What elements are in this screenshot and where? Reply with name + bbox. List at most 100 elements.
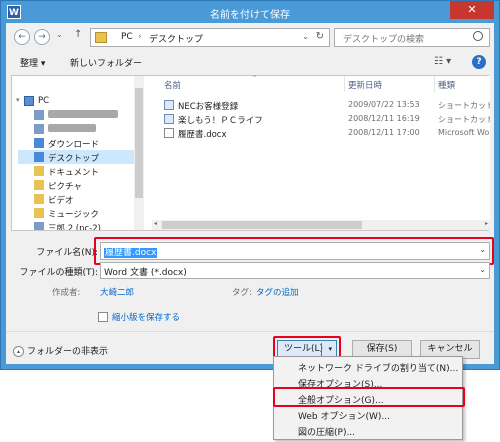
column-header-name[interactable]: 名前 [164, 79, 181, 91]
author-label: 作成者: [52, 288, 81, 298]
file-type: Microsoft Word [438, 128, 490, 137]
drive-icon [34, 124, 44, 134]
filetype-value: Word 文書 (*.docx) [104, 268, 187, 278]
shortcut-icon [164, 100, 174, 110]
save-as-dialog: W 名前を付けて保存 ✕ ← → ⌄ ↑ PC › デスクトップ ⌄ ↻ デスク… [0, 0, 500, 370]
help-icon[interactable]: ? [472, 55, 486, 69]
thumbnail-checkbox[interactable] [98, 312, 108, 322]
browser-panes: ▾ PC ダウンロード デスクトップ ドキュメント ピクチャ ビデオ ミュージッ… [11, 75, 490, 231]
file-name: 楽しもう！ＰＣライフ [178, 116, 263, 126]
filetype-select[interactable]: Word 文書 (*.docx) ⌄ [100, 262, 490, 279]
close-button[interactable]: ✕ [450, 1, 494, 19]
menu-item-web-options[interactable]: Web オプション(W)... [298, 409, 390, 422]
sidebar-item-documents[interactable]: ドキュメント [18, 164, 136, 178]
navigation-scrollbar[interactable] [134, 76, 144, 230]
scrollbar-thumb[interactable] [135, 88, 143, 198]
collapse-caret-icon[interactable]: ▾ [16, 96, 20, 104]
file-name: 履歴書.docx [178, 130, 227, 140]
filetype-label: ファイルの種類(T): [19, 268, 98, 278]
computer-icon [24, 96, 34, 106]
search-icon[interactable] [473, 31, 483, 41]
file-name: NECお客様登録 [178, 102, 239, 112]
sidebar-item-redacted-1[interactable] [18, 108, 136, 122]
pictures-folder-icon [34, 180, 44, 190]
column-header-date[interactable]: 更新日時 [348, 79, 382, 91]
menu-item-map-network-drive[interactable]: ネットワーク ドライブの割り当て(N)... [298, 361, 458, 374]
organize-button[interactable]: 整理 ▾ [20, 56, 45, 69]
sidebar-item-label: ミュージック [48, 210, 99, 220]
file-date: 2008/12/11 16:19 [348, 114, 420, 123]
address-bar[interactable]: PC › デスクトップ ⌄ ↻ [90, 28, 330, 47]
sidebar-item-label: デスクトップ [48, 154, 100, 164]
network-drive-icon [34, 222, 44, 230]
column-separator[interactable] [434, 76, 435, 92]
breadcrumb-pc[interactable]: PC [121, 32, 133, 42]
file-type: ショートカット [438, 115, 490, 124]
breadcrumb-separator: › [138, 32, 142, 42]
sidebar-item-label: ピクチャ [48, 182, 82, 192]
filetype-dropdown-icon[interactable]: ⌄ [479, 265, 486, 274]
column-header-type[interactable]: 種類 [438, 79, 455, 91]
scroll-right-icon[interactable]: ▸ [485, 220, 488, 227]
videos-folder-icon [34, 194, 44, 204]
file-row[interactable]: 楽しもう！ＰＣライフ 2008/12/11 16:19 ショートカット [152, 112, 490, 126]
file-row[interactable]: NECお客様登録 2009/07/22 13:53 ショートカット [152, 98, 490, 112]
sidebar-item-label: 三郎 2 (pc-2) [48, 224, 101, 230]
sidebar-item-label: PC [38, 96, 50, 106]
scroll-left-icon[interactable]: ◂ [154, 220, 157, 227]
sidebar-item-downloads[interactable]: ダウンロード [18, 136, 136, 150]
hide-folders-label: フォルダーの非表示 [27, 347, 109, 357]
redacted-label [48, 124, 96, 135]
up-button[interactable]: ↑ [74, 29, 82, 40]
folder-icon [95, 32, 107, 43]
horizontal-scrollbar[interactable]: ◂ ▸ [152, 220, 490, 230]
scrollbar-thumb[interactable] [162, 221, 362, 229]
column-separator[interactable] [344, 76, 345, 92]
desktop-folder-icon [34, 152, 44, 162]
documents-folder-icon [34, 166, 44, 176]
downloads-folder-icon [34, 138, 44, 148]
tags-label: タグ: [232, 288, 252, 298]
highlight-box-general-options [273, 387, 465, 407]
new-folder-button[interactable]: 新しいフォルダー [70, 56, 142, 69]
refresh-icon[interactable]: ↻ [316, 31, 324, 42]
sidebar-item-label: ドキュメント [48, 168, 100, 178]
title-bar[interactable]: W 名前を付けて保存 ✕ [1, 1, 499, 23]
view-options-icon[interactable]: ☷ ▾ [434, 56, 451, 67]
tags-value[interactable]: タグの追加 [256, 286, 299, 298]
author-value[interactable]: 大崎二郎 [100, 286, 134, 298]
back-button[interactable]: ← [14, 29, 30, 45]
sidebar-item-desktop[interactable]: デスクトップ [18, 150, 136, 164]
redacted-label [48, 110, 118, 121]
sidebar-item-videos[interactable]: ビデオ [18, 192, 136, 206]
collapse-icon: ▴ [13, 346, 24, 357]
breadcrumb-desktop[interactable]: デスクトップ [149, 32, 203, 45]
file-date: 2009/07/22 13:53 [348, 100, 420, 109]
file-row[interactable]: 履歴書.docx 2008/12/11 17:00 Microsoft Word [152, 126, 490, 140]
drive-icon [34, 110, 44, 120]
sidebar-item-network-drive[interactable]: 三郎 2 (pc-2) [18, 220, 136, 230]
search-box[interactable]: デスクトップの検索 [334, 28, 490, 47]
sort-caret-icon: ^ [252, 75, 258, 82]
recent-locations-dropdown[interactable]: ⌄ [56, 30, 63, 39]
command-bar: 整理 ▾ 新しいフォルダー ☷ ▾ ? [6, 53, 494, 73]
sidebar-item-label: ダウンロード [48, 140, 100, 150]
menu-item-compress-pictures[interactable]: 図の圧縮(P)... [298, 425, 355, 438]
shortcut-icon [164, 114, 174, 124]
dialog-title: 名前を付けて保存 [210, 10, 290, 21]
sidebar-item-pc[interactable]: ▾ PC [16, 94, 136, 108]
hide-folders-button[interactable]: ▴ フォルダーの非表示 [13, 344, 108, 357]
sidebar-item-redacted-2[interactable] [18, 122, 136, 136]
file-type: ショートカット [438, 101, 490, 110]
document-icon [164, 128, 174, 138]
sidebar-item-music[interactable]: ミュージック [18, 206, 136, 220]
sidebar-item-label: ビデオ [48, 196, 74, 206]
sidebar-item-pictures[interactable]: ピクチャ [18, 178, 136, 192]
forward-button[interactable]: → [34, 29, 50, 45]
search-placeholder: デスクトップの検索 [343, 35, 425, 45]
file-date: 2008/12/11 17:00 [348, 128, 420, 137]
address-dropdown-icon[interactable]: ⌄ [302, 32, 309, 41]
file-list-pane: 名前 ^ 更新日時 種類 NECお客様登録 2009/07/22 13:53 シ… [152, 75, 490, 230]
filename-label: ファイル名(N): [36, 248, 98, 258]
thumbnail-label[interactable]: 縮小版を保存する [112, 311, 180, 323]
